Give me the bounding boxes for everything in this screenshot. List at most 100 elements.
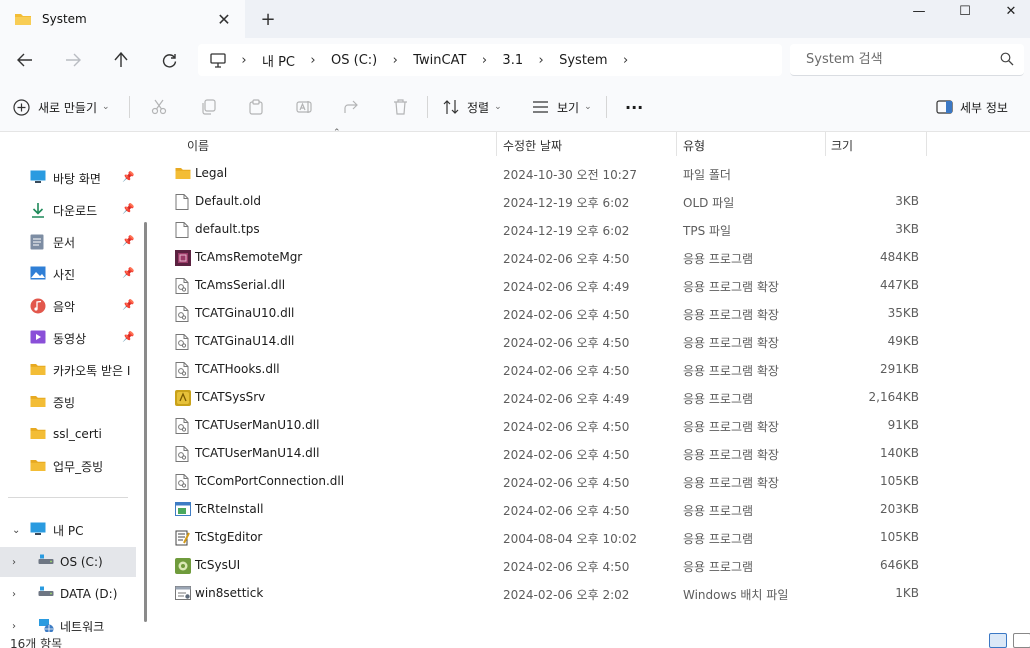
sidebar-item-quick-access[interactable]: 문서 📌: [0, 227, 140, 257]
sidebar-scrollbar[interactable]: [144, 222, 147, 622]
file-name: Legal: [195, 166, 228, 180]
breadcrumb-chevron-icon[interactable]: ›: [614, 53, 638, 68]
expand-chevron-icon[interactable]: ›: [12, 589, 16, 600]
breadcrumb-twincat[interactable]: TwinCAT: [413, 53, 466, 68]
column-divider[interactable]: [926, 132, 927, 156]
file-size: 1KB: [895, 586, 919, 600]
tiles-view-button[interactable]: [1013, 633, 1030, 648]
close-tab-button[interactable]: ✕: [213, 8, 235, 30]
copy-button[interactable]: [199, 94, 217, 120]
sidebar-tree-item[interactable]: ⌄ 내 PC: [0, 515, 136, 545]
up-button[interactable]: [106, 47, 136, 73]
tab-system[interactable]: System ✕: [0, 0, 245, 38]
file-row[interactable]: TcAmsRemoteMgr 2024-02-06 오후 4:50 응용 프로그램 4…: [167, 244, 927, 272]
sidebar-tree-item[interactable]: › DATA (D:): [0, 579, 136, 609]
refresh-icon: [162, 53, 176, 67]
details-view-button[interactable]: [989, 633, 1007, 648]
delete-button[interactable]: [391, 94, 409, 120]
breadcrumb-chevron-icon[interactable]: ›: [232, 53, 256, 68]
refresh-button[interactable]: [154, 47, 184, 73]
file-row[interactable]: TCATGinaU10.dll 2024-02-06 오후 4:50 응용 프로그램…: [167, 300, 927, 328]
breadcrumb-3-1[interactable]: 3.1: [502, 53, 523, 68]
file-row[interactable]: TcStgEditor 2004-08-04 오후 10:02 응용 프로그램 105…: [167, 524, 927, 552]
sidebar-item-quick-access[interactable]: 음악 📌: [0, 291, 140, 321]
file-date: 2024-02-06 오후 4:50: [503, 308, 630, 322]
minimize-button[interactable]: —: [896, 0, 942, 22]
file-date: 2024-02-06 오후 4:50: [503, 560, 630, 574]
sidebar-item-quick-access[interactable]: 증빙: [0, 387, 140, 417]
close-window-button[interactable]: ✕: [988, 0, 1030, 22]
cut-button[interactable]: [150, 94, 168, 120]
sidebar-item-quick-access[interactable]: 사진 📌: [0, 259, 140, 289]
rename-button[interactable]: [295, 94, 313, 120]
back-button[interactable]: [10, 47, 40, 73]
sidebar-item-quick-access[interactable]: 업무_증빙: [0, 451, 140, 481]
expand-chevron-icon[interactable]: ›: [12, 557, 16, 568]
sidebar-tree-item[interactable]: › OS (C:): [0, 547, 136, 577]
file-date: 2024-02-06 오후 4:50: [503, 504, 630, 518]
pin-icon[interactable]: 📌: [122, 172, 134, 183]
column-divider[interactable]: [825, 132, 826, 156]
paste-icon: [247, 98, 265, 116]
file-row[interactable]: TcAmsSerial.dll 2024-02-06 오후 4:49 응용 프로그램…: [167, 272, 927, 300]
file-row[interactable]: TcRteInstall 2024-02-06 오후 4:50 응용 프로그램 203…: [167, 496, 927, 524]
column-divider[interactable]: [496, 132, 497, 156]
paste-button[interactable]: [247, 94, 265, 120]
file-row[interactable]: win8settick 2024-02-06 오후 2:02 Windows 배치 …: [167, 580, 927, 608]
column-divider[interactable]: [676, 132, 677, 156]
file-name: TcComPortConnection.dll: [195, 474, 345, 488]
breadcrumb-chevron-icon[interactable]: ›: [383, 53, 407, 68]
file-row[interactable]: TCATUserManU10.dll 2024-02-06 오후 4:50 응용 프…: [167, 412, 927, 440]
search-box[interactable]: [790, 44, 1024, 76]
column-size[interactable]: 크기: [831, 137, 853, 154]
breadcrumb-os-c[interactable]: OS (C:): [331, 53, 377, 68]
address-bar: › 내 PC › OS (C:) › TwinCAT › 3.1 › Syste…: [0, 38, 1030, 82]
sidebar-tree-item[interactable]: › 네트워크: [0, 611, 136, 632]
file-row[interactable]: TcSysUI 2024-02-06 오후 4:50 응용 프로그램 646KB: [167, 552, 927, 580]
breadcrumb-chevron-icon[interactable]: ›: [529, 53, 553, 68]
view-button[interactable]: 보기 ⌄: [531, 94, 592, 120]
new-tab-button[interactable]: +: [256, 8, 280, 30]
file-row[interactable]: TcComPortConnection.dll 2024-02-06 오후 4:5…: [167, 468, 927, 496]
breadcrumb-my-pc[interactable]: 내 PC: [262, 51, 295, 70]
pin-icon[interactable]: 📌: [122, 204, 134, 215]
pin-icon[interactable]: 📌: [122, 332, 134, 343]
pin-icon[interactable]: 📌: [122, 300, 134, 311]
forward-button[interactable]: [58, 47, 88, 73]
search-input[interactable]: [806, 52, 996, 67]
breadcrumb-system[interactable]: System: [559, 53, 607, 68]
sidebar-item-quick-access[interactable]: 카카오톡 받은 I: [0, 355, 140, 385]
file-row[interactable]: Legal 2024-10-30 오전 10:27 파일 폴더: [167, 160, 927, 188]
file-row[interactable]: TCATUserManU14.dll 2024-02-06 오후 4:50 응용 프…: [167, 440, 927, 468]
sidebar-item-quick-access[interactable]: 동영상 📌: [0, 323, 140, 353]
share-icon: [343, 98, 361, 116]
expand-chevron-icon[interactable]: ›: [12, 621, 16, 632]
document-icon: [30, 234, 46, 250]
address-path[interactable]: › 내 PC › OS (C:) › TwinCAT › 3.1 › Syste…: [198, 44, 782, 76]
pin-icon[interactable]: 📌: [122, 236, 134, 247]
expand-chevron-icon[interactable]: ⌄: [12, 525, 20, 536]
column-date[interactable]: 수정한 날짜: [503, 137, 562, 154]
drive-icon: [38, 554, 54, 570]
pin-icon[interactable]: 📌: [122, 268, 134, 279]
column-type[interactable]: 유형: [683, 137, 705, 154]
file-row[interactable]: default.tps 2024-12-19 오후 6:02 TPS 파일 3KB: [167, 216, 927, 244]
sidebar-item-quick-access[interactable]: 다운로드 📌: [0, 195, 140, 225]
file-name: Default.old: [195, 194, 261, 208]
file-row[interactable]: TCATHooks.dll 2024-02-06 오후 4:50 응용 프로그램 확…: [167, 356, 927, 384]
file-row[interactable]: TCATGinaU14.dll 2024-02-06 오후 4:50 응용 프로그램…: [167, 328, 927, 356]
sidebar-item-quick-access[interactable]: ssl_certi: [0, 419, 140, 449]
breadcrumb-chevron-icon[interactable]: ›: [301, 53, 325, 68]
maximize-button[interactable]: ☐: [942, 0, 988, 22]
sort-button[interactable]: 정렬 ⌄: [442, 94, 502, 120]
more-options-button[interactable]: ···: [625, 94, 643, 120]
column-header-row: ⌃ 이름 수정한 날짜 유형 크기: [155, 128, 1030, 156]
breadcrumb-chevron-icon[interactable]: ›: [472, 53, 496, 68]
share-button[interactable]: [343, 94, 361, 120]
details-pane-button[interactable]: 세부 정보: [935, 94, 1008, 120]
sidebar-item-quick-access[interactable]: 바탕 화면 📌: [0, 163, 140, 193]
new-button[interactable]: 새로 만들기 ⌄: [12, 94, 110, 120]
file-row[interactable]: Default.old 2024-12-19 오후 6:02 OLD 파일 3KB: [167, 188, 927, 216]
column-name[interactable]: 이름: [187, 137, 209, 154]
file-row[interactable]: TCATSysSrv 2024-02-06 오후 4:49 응용 프로그램 2,164…: [167, 384, 927, 412]
